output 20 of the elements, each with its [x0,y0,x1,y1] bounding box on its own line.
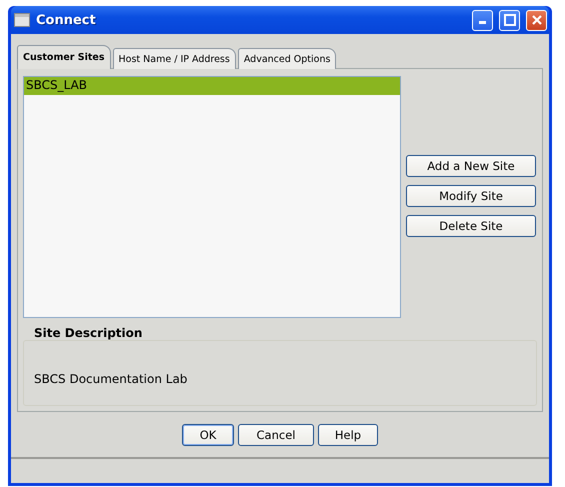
window-title: Connect [36,12,97,28]
group-title: Site Description [34,326,142,340]
dialog-button[interactable]: OK [182,424,234,446]
site-description-text: SBCS Documentation Lab [34,371,188,386]
site-action-button[interactable]: Modify Site [406,185,536,207]
window-icon [14,13,30,27]
site-action-button[interactable]: Delete Site [406,215,536,237]
tab[interactable]: Customer Sites [17,45,111,69]
minimize-button[interactable] [472,10,493,30]
tab[interactable]: Advanced Options [238,48,336,69]
site-list[interactable]: SBCS_LAB [23,76,401,318]
maximize-icon [504,14,516,26]
maximize-button[interactable] [499,10,520,30]
site-action-button[interactable]: Add a New Site [406,155,536,177]
dialog-button[interactable]: Help [318,424,378,446]
tab[interactable]: Host Name / IP Address [112,48,236,69]
site-list-item[interactable]: SBCS_LAB [24,77,400,95]
close-button[interactable] [526,10,547,30]
close-icon [530,14,542,26]
dialog-button[interactable]: Cancel [238,424,314,446]
